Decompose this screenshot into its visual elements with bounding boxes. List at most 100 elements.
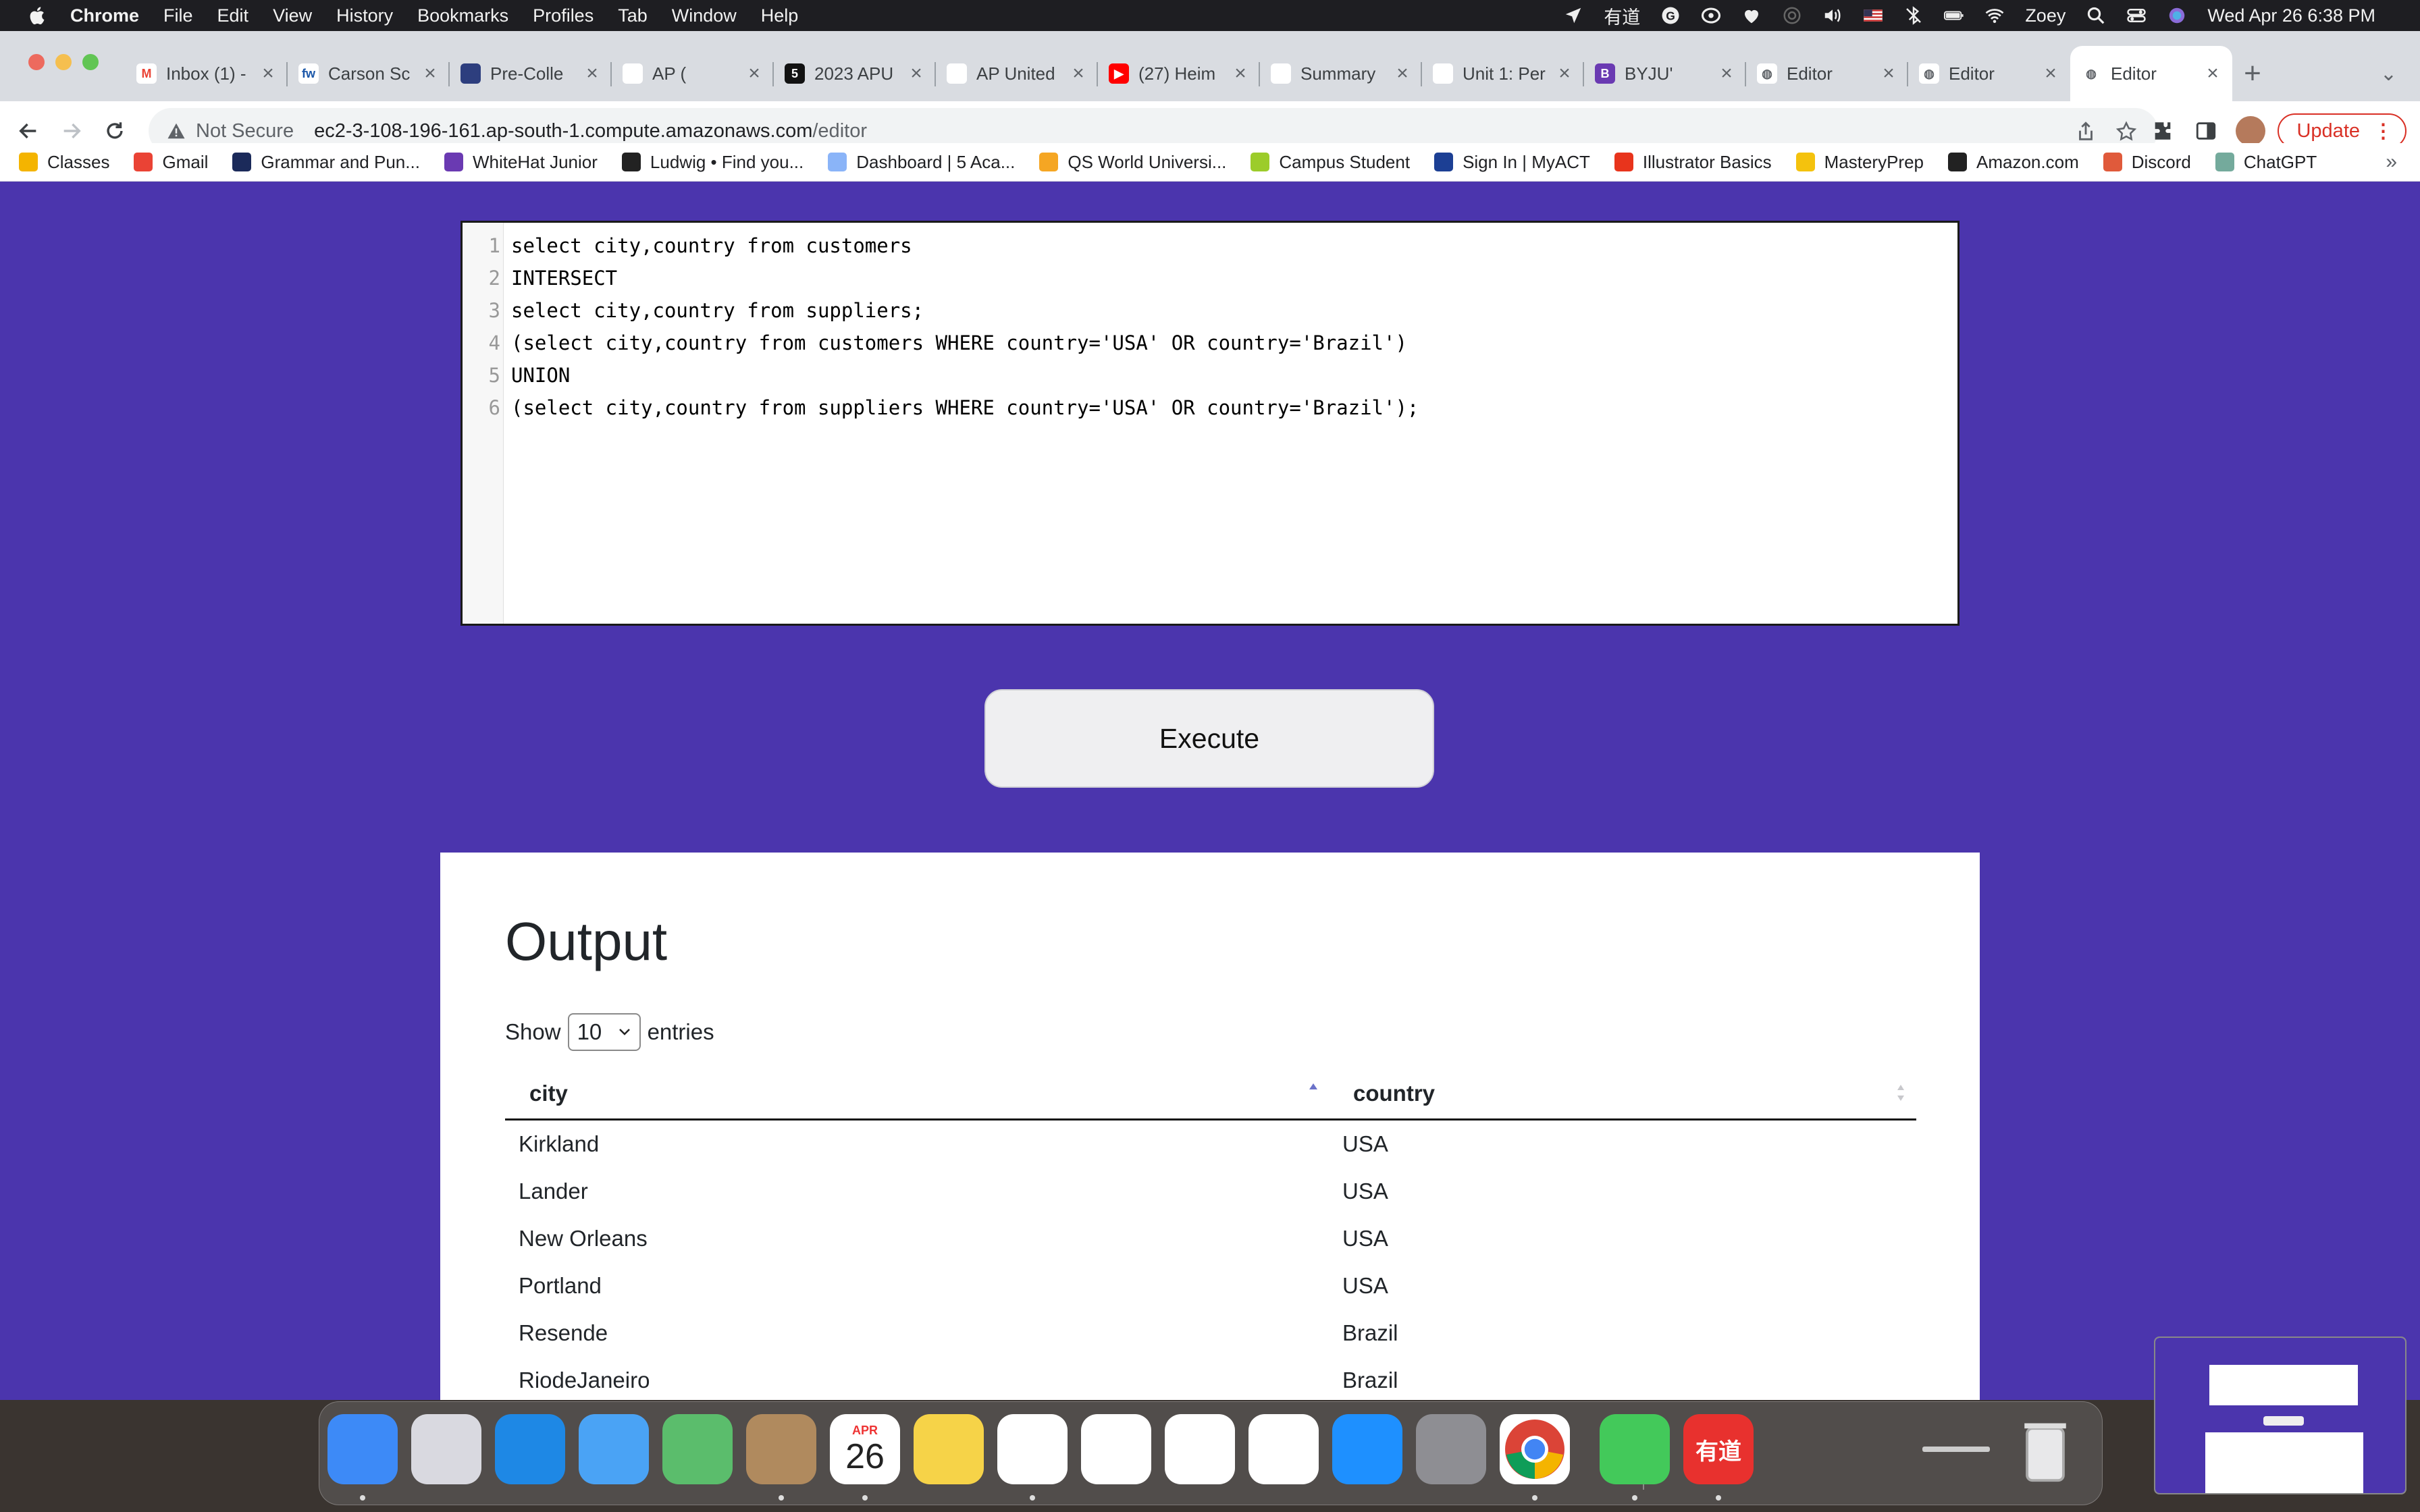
mail-app-icon[interactable] — [579, 1414, 649, 1484]
menu-history[interactable]: History — [336, 5, 393, 26]
bookmark-star-icon[interactable] — [2115, 120, 2138, 143]
tab-item[interactable]: B BYJU' × — [1584, 46, 1746, 101]
tab-close-icon[interactable]: × — [1394, 62, 1411, 85]
new-tab-plus-icon[interactable]: + — [2232, 46, 2273, 101]
finder-app-icon[interactable] — [327, 1414, 398, 1484]
wifi-icon[interactable] — [1984, 5, 2005, 26]
tab-item[interactable]: ◍ Editor × — [1908, 46, 2070, 101]
code-line[interactable]: 5 UNION — [463, 359, 1419, 392]
bookmark-item[interactable]: Ludwig • Find you... — [621, 152, 804, 173]
apple-icon[interactable] — [23, 5, 50, 26]
contacts-app-icon[interactable] — [746, 1414, 816, 1484]
code-line[interactable]: 1 select city,country from customers — [463, 230, 1419, 262]
app-store-app-icon[interactable] — [1332, 1414, 1402, 1484]
pages-app-icon[interactable] — [1248, 1414, 1319, 1484]
tab-close-icon[interactable]: × — [1070, 62, 1087, 85]
code-text[interactable]: UNION — [500, 359, 570, 392]
us-flag-icon[interactable] — [1863, 5, 1883, 26]
tab-item[interactable]: Pre-Colle × — [450, 46, 612, 101]
warning-triangle-icon[interactable] — [166, 121, 186, 141]
youdao-app-icon[interactable]: 有道 — [1683, 1414, 1754, 1484]
code-text[interactable]: INTERSECT — [500, 262, 617, 294]
volume-icon[interactable] — [1822, 5, 1843, 26]
back-button[interactable] — [12, 115, 45, 147]
tab-close-icon[interactable]: × — [745, 62, 763, 85]
tab-close-icon[interactable]: × — [1232, 62, 1249, 85]
bookmark-item[interactable]: Amazon.com — [1948, 152, 2079, 173]
tab-item[interactable]: fw Carson Sc × — [288, 46, 450, 101]
menu-view[interactable]: View — [273, 5, 312, 26]
tab-close-icon[interactable]: × — [1556, 62, 1573, 85]
menu-profiles[interactable]: Profiles — [533, 5, 594, 26]
user-name[interactable]: Zoey — [2025, 5, 2066, 26]
system-preferences-app-icon[interactable] — [1416, 1414, 1486, 1484]
minimize-window-button[interactable] — [55, 54, 72, 70]
code-text[interactable]: (select city,country from suppliers WHER… — [500, 392, 1419, 424]
more-bookmarks-icon[interactable]: » — [2386, 151, 2397, 173]
bookmark-item[interactable]: Grammar and Pun... — [232, 152, 420, 173]
downloads-stack-icon[interactable] — [1921, 1414, 1991, 1484]
youdao-status-icon[interactable]: 有道 — [1604, 3, 1640, 29]
grammarly-icon[interactable]: G — [1660, 5, 1681, 26]
menu-edit[interactable]: Edit — [217, 5, 249, 26]
news-app-icon[interactable] — [997, 1414, 1068, 1484]
code-text[interactable]: select city,country from customers — [500, 230, 912, 262]
bookmark-item[interactable]: Classes — [19, 152, 109, 173]
heart-icon[interactable] — [1741, 5, 1762, 26]
bookmark-item[interactable]: Sign In | MyACT — [1434, 152, 1590, 173]
bookmark-item[interactable]: ChatGPT — [2215, 152, 2317, 173]
tab-item[interactable]: ▶ (27) Heim × — [1098, 46, 1260, 101]
tab-close-icon[interactable]: × — [2042, 62, 2059, 85]
tab-close-icon[interactable]: × — [2204, 62, 2221, 85]
tab-item[interactable]: AP (× — [612, 46, 774, 101]
menu-app-chrome[interactable]: Chrome — [70, 5, 139, 26]
bookmark-item[interactable]: Gmail — [134, 152, 208, 173]
creative-cloud-icon[interactable] — [1701, 5, 1721, 26]
notes-app-icon[interactable] — [914, 1414, 984, 1484]
menu-help[interactable]: Help — [761, 5, 799, 26]
more-menu-icon[interactable]: ⋮ — [2373, 119, 2393, 143]
tab-item[interactable]: ◍ Editor × — [2070, 46, 2232, 101]
sql-editor[interactable]: 1 select city,country from customers 2 INTE… — [461, 221, 1959, 626]
siri-icon[interactable] — [2167, 5, 2187, 26]
tab-item[interactable]: ◍ Editor × — [1746, 46, 1908, 101]
forward-button[interactable] — [55, 115, 88, 147]
messages-app-icon[interactable] — [1600, 1414, 1670, 1484]
tab-item[interactable]: M Inbox (1) - × — [126, 46, 288, 101]
code-line[interactable]: 6 (select city,country from suppliers WHE… — [463, 392, 1419, 424]
bookmark-item[interactable]: WhiteHat Junior — [444, 152, 598, 173]
maps-app-icon[interactable] — [662, 1414, 733, 1484]
bookmark-item[interactable]: Campus Student — [1251, 152, 1410, 173]
calendar-app-icon[interactable]: APR 26 — [830, 1414, 900, 1484]
chrome-app-icon[interactable] — [1500, 1414, 1570, 1484]
extensions-puzzle-icon[interactable] — [2149, 117, 2176, 144]
tab-search-chevron-icon[interactable]: ⌄ — [2380, 62, 2397, 86]
tab-close-icon[interactable]: × — [1718, 62, 1735, 85]
tab-close-icon[interactable]: × — [908, 62, 925, 85]
code-text[interactable]: select city,country from suppliers; — [500, 294, 924, 327]
location-arrow-icon[interactable] — [1563, 5, 1583, 26]
tab-item[interactable]: Unit 1: Per × — [1422, 46, 1584, 101]
code-line[interactable]: 3 select city,country from suppliers; — [463, 294, 1419, 327]
launchpad-app-icon[interactable] — [411, 1414, 481, 1484]
screenshot-thumbnail-preview[interactable] — [2154, 1336, 2406, 1494]
tab-close-icon[interactable]: × — [259, 62, 277, 85]
code-line[interactable]: 2 INTERSECT — [463, 262, 1419, 294]
tab-item[interactable]: 5 2023 APU × — [774, 46, 936, 101]
close-window-button[interactable] — [28, 54, 45, 70]
entries-select[interactable]: 10 — [567, 1013, 641, 1051]
airdrop-icon[interactable] — [1782, 5, 1802, 26]
code-line[interactable]: 4 (select city,country from customers WHE… — [463, 327, 1419, 359]
bookmark-item[interactable]: Discord — [2103, 152, 2191, 173]
trash-icon[interactable] — [2010, 1414, 2080, 1484]
safari-app-icon[interactable] — [495, 1414, 565, 1484]
keynote-app-icon[interactable] — [1165, 1414, 1235, 1484]
tab-item[interactable]: AP United × — [936, 46, 1098, 101]
bookmark-item[interactable]: Illustrator Basics — [1614, 152, 1772, 173]
bookmark-item[interactable]: MasteryPrep — [1795, 152, 1924, 173]
execute-button[interactable]: Execute — [984, 689, 1434, 788]
tab-close-icon[interactable]: × — [1880, 62, 1897, 85]
side-panel-icon[interactable] — [2192, 117, 2219, 144]
spotlight-search-icon[interactable] — [2086, 5, 2106, 26]
bookmark-item[interactable]: QS World Universi... — [1039, 152, 1226, 173]
